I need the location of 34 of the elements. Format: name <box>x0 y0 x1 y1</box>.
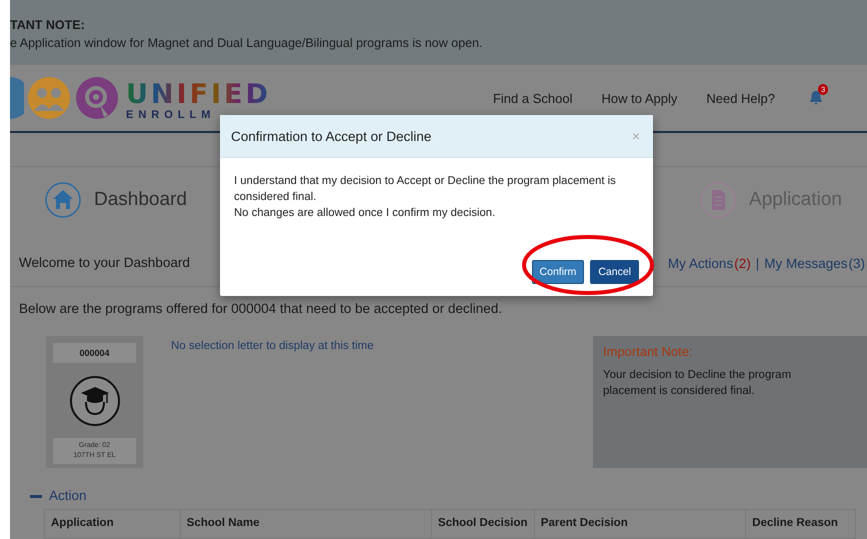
welcome-text: Welcome to your Dashboard <box>19 255 190 270</box>
column-header: School Name <box>180 510 432 538</box>
dashboard-link[interactable]: My Messages(3) <box>764 256 865 271</box>
column-header: Application <box>45 510 181 538</box>
column-header: Parent Decision <box>534 510 746 538</box>
at-sign-logo-icon <box>74 75 120 121</box>
nav-link[interactable]: Find a School <box>492 90 572 106</box>
notice-text: e Application window for Magnet and Dual Language/Bilingual programs is now open. <box>10 36 484 50</box>
student-id: 000004 <box>53 343 136 363</box>
letter-link[interactable]: No selection letter to display at this time <box>171 340 471 468</box>
section-heading[interactable]: Action <box>49 488 87 503</box>
column-header: School Decision <box>432 510 535 538</box>
nav-link[interactable]: Need Help? <box>706 90 775 106</box>
people-logo-icon <box>26 75 72 121</box>
link-separator: | <box>756 256 760 271</box>
dashboard-link[interactable]: My Actions(2) <box>668 256 751 271</box>
logo-subtitle: ENROLLM <box>126 109 216 121</box>
cancel-button[interactable]: Cancel <box>590 260 639 284</box>
notice-title: TANT NOTE: <box>10 18 86 32</box>
nav-link[interactable]: How to Apply <box>601 90 678 106</box>
note-title: Important Note: <box>603 344 694 359</box>
dialog-message: No changes are allowed once I confirm my decision. <box>234 206 496 221</box>
section-tab[interactable]: Dashboard <box>94 189 187 211</box>
graduate-avatar-icon <box>68 374 120 426</box>
close-button[interactable]: × <box>630 128 642 144</box>
home-icon[interactable] <box>45 182 81 218</box>
confirm-button[interactable]: Confirm <box>532 260 584 284</box>
column-header: Decline Reason <box>751 516 839 531</box>
document-icon[interactable] <box>700 182 736 218</box>
intro-text: Below are the programs offered for 000004 that need to be accepted or declined. <box>19 301 504 316</box>
dialog-message: I understand that my decision to Accept or Decline the program placement is considered final. <box>234 174 617 205</box>
note-text: Your decision to Decline the program placement is considered final. <box>603 368 792 399</box>
bell-icon[interactable] <box>809 90 823 106</box>
dialog-title: Confirmation to Accept or Decline <box>231 128 432 144</box>
